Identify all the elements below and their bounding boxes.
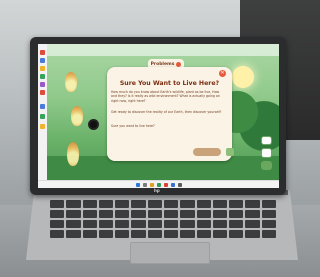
app-icon[interactable] (40, 58, 45, 63)
windows-taskbar (38, 180, 279, 188)
start-icon[interactable] (135, 183, 140, 187)
app-icon[interactable] (177, 183, 182, 187)
keyboard-key (229, 210, 244, 218)
keyboard-key (245, 230, 260, 238)
keyboard-key (66, 230, 81, 238)
keyboard-key (131, 210, 146, 218)
keyboard-key (131, 200, 146, 208)
keyboard-key (82, 220, 97, 228)
keyboard-key (50, 220, 65, 228)
keyboard-key (212, 200, 228, 208)
app-header-band (47, 44, 279, 56)
app-icon[interactable] (40, 114, 45, 119)
control-button[interactable] (261, 160, 272, 170)
keyboard-key (196, 200, 211, 208)
keyboard-key (147, 230, 162, 238)
app-icon[interactable] (40, 50, 45, 55)
dialog-paragraph: Get ready to discover the reality of our… (111, 110, 222, 114)
keyboard-key (115, 230, 130, 238)
keyboard-key (131, 230, 146, 238)
keyboard-key (66, 210, 81, 218)
keyboard-key (212, 210, 228, 218)
keyboard-key (147, 210, 162, 218)
keyboard-key (98, 220, 114, 228)
close-icon[interactable]: ✕ (219, 70, 226, 77)
keyboard-key (66, 200, 81, 208)
keyboard-key (245, 220, 260, 228)
keyboard-key (66, 220, 81, 228)
keyboard-key (229, 230, 244, 238)
flame-illustration (71, 106, 83, 126)
app-icon[interactable] (163, 183, 168, 187)
keyboard-key (147, 220, 162, 228)
keyboard-key (212, 230, 228, 238)
keyboard-key (245, 200, 260, 208)
keyboard-key (196, 220, 211, 228)
keyboard-key (261, 230, 276, 238)
keyboard-key (180, 200, 195, 208)
side-controls (261, 136, 272, 170)
keyboard-key (115, 210, 130, 218)
folder-icon[interactable] (149, 183, 154, 187)
keyboard-key (82, 210, 97, 218)
dialog-title: Sure You Want to Live Here? (119, 80, 220, 87)
hp-logo: hp (154, 188, 160, 193)
control-button[interactable] (261, 136, 272, 146)
keyboard-key (261, 220, 276, 228)
keyboard-key (229, 220, 244, 228)
keyboard-key (115, 220, 130, 228)
app-icon[interactable] (40, 74, 45, 79)
notification-badge (176, 61, 182, 67)
flame-illustration (67, 142, 79, 166)
keyboard-key (98, 210, 114, 218)
dialog-paragraph: Sure you want to live here? (111, 124, 155, 128)
app-icon[interactable] (40, 124, 45, 129)
app-icon[interactable] (40, 82, 45, 87)
keyboard-key (98, 200, 114, 208)
keyboard-key (196, 230, 211, 238)
keyboard-key (245, 210, 260, 218)
keyboard-key (82, 230, 97, 238)
flame-illustration (65, 72, 77, 92)
next-button[interactable] (226, 148, 234, 156)
laptop-screen: Problems ✕ Sure You Want to Live Here? H… (38, 44, 279, 188)
continue-button[interactable] (193, 148, 221, 156)
keyboard-key (261, 210, 276, 218)
keyboard-key (163, 200, 179, 208)
keyboard-key (50, 200, 65, 208)
dialog-paragraph: How much do you know about Earth's wildl… (111, 90, 220, 103)
keyboard-key (163, 230, 179, 238)
keyboard-key (180, 220, 195, 228)
keyboard-key (212, 220, 228, 228)
laptop-touchpad (130, 242, 210, 264)
control-button[interactable] (261, 148, 272, 158)
keyboard-key (147, 200, 162, 208)
keyboard-key (229, 200, 244, 208)
app-icon[interactable] (40, 66, 45, 71)
keyboard-key (180, 230, 195, 238)
search-icon[interactable] (142, 183, 147, 187)
cursor-pointer (88, 119, 99, 130)
keyboard-key (98, 230, 114, 238)
keyboard-key (163, 210, 179, 218)
keyboard-key (196, 210, 211, 218)
keyboard-key (50, 210, 65, 218)
keyboard-key (180, 210, 195, 218)
app-icon[interactable] (40, 104, 45, 109)
keyboard-key (115, 200, 130, 208)
keyboard-key (82, 200, 97, 208)
keyboard-key (131, 220, 146, 228)
keyboard-key (50, 230, 65, 238)
keyboard-key (261, 200, 276, 208)
browser-icon[interactable] (170, 183, 175, 187)
app-icon[interactable] (156, 183, 161, 187)
game-app: Problems ✕ Sure You Want to Live Here? H… (47, 44, 279, 180)
laptop-keyboard (50, 200, 276, 238)
app-icon[interactable] (40, 90, 45, 95)
keyboard-key (163, 220, 179, 228)
